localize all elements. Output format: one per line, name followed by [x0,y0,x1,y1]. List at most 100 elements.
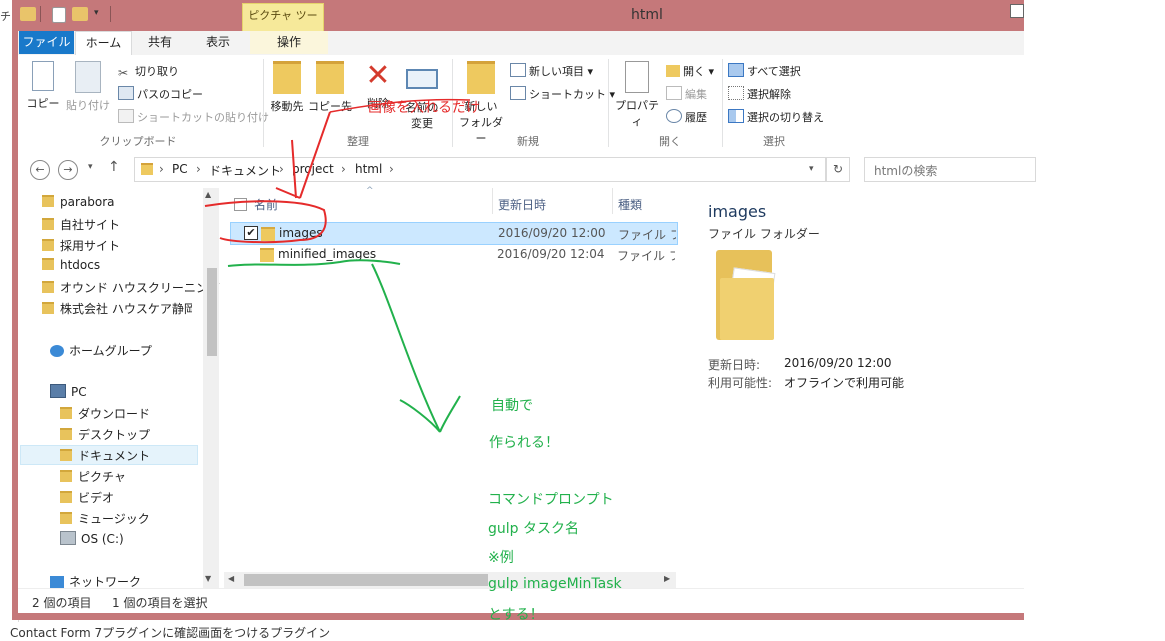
nav-item-label: ホームグループ [69,344,152,358]
nav-scrollbar-thumb[interactable] [207,268,217,356]
search-input[interactable]: htmlの検索 [864,157,1036,182]
nav-item-parabora[interactable]: parabora [42,195,115,209]
paste-shortcut-button[interactable]: ショートカットの貼り付け [118,109,269,125]
music-folder-icon [60,512,72,524]
details-availability-label: 利用可能性: [708,376,773,390]
nav-item-recruit-site[interactable]: 採用サイト [42,237,120,254]
nav-item-owned-housecleaning[interactable]: オウンド ハウスクリーニング [42,279,220,296]
nav-scrollbar[interactable] [203,188,219,588]
divider [263,59,264,147]
nav-item-htdocs[interactable]: htdocs [42,258,100,272]
breadcrumb-html[interactable]: html [355,162,382,176]
breadcrumb-pc[interactable]: PC [172,162,188,176]
navigation-pane[interactable]: parabora 自社サイト 採用サイト htdocs オウンド ハウスクリーニ… [18,188,220,589]
address-row: ← → ▾ ↑ › PC › ドキュメント › project › html ›… [18,151,1036,188]
copy-path-button[interactable]: パスのコピー [118,86,203,102]
chevron-right-icon[interactable]: › [279,162,284,176]
edit-button[interactable]: 編集 [666,86,707,102]
folder-icon [42,239,54,251]
scroll-left-icon[interactable]: ◀ [228,574,234,583]
shortcut-button[interactable]: ショートカット ▾ [510,86,615,102]
desktop-folder-icon [60,428,72,440]
cut-button[interactable]: ✂ 切り取り [118,63,179,80]
copy-to-button[interactable]: コピー先 [308,61,352,114]
rename-button[interactable]: 名前の 変更 [400,61,444,131]
maximize-icon[interactable] [1010,4,1024,18]
nav-item-homegroup[interactable]: ホームグループ [50,342,152,359]
file-row[interactable]: minified_images 2016/09/20 12:04 ファイル フォ… [230,244,676,265]
back-arrow-icon[interactable]: ← [30,160,50,180]
divider [722,59,723,147]
file-date: 2016/09/20 12:00 [498,226,606,240]
file-row[interactable]: ✔ images 2016/09/20 12:00 ファイル フォル [230,222,678,245]
chevron-right-icon[interactable]: › [159,162,164,176]
group-label-organize: 整理 [347,135,369,148]
history-button[interactable]: 履歴 [666,109,707,125]
recent-locations-chevron-icon[interactable]: ▾ [88,162,93,172]
nav-item-documents[interactable]: ドキュメント [60,447,150,464]
nav-item-label: ピクチャ [78,470,126,484]
chevron-right-icon[interactable]: › [389,162,394,176]
paste-icon [75,61,101,93]
horizontal-scrollbar-thumb[interactable] [244,574,488,586]
nav-item-label: ドキュメント [78,449,151,463]
details-pane: images ファイル フォルダー 更新日時: 2016/09/20 12:00… [698,188,1024,588]
tab-share[interactable]: 共有 [135,31,185,54]
column-header-name[interactable]: 名前 [254,196,278,213]
tab-manage[interactable]: 操作 [250,31,328,54]
properties-button[interactable]: プロパティ [612,61,662,129]
nav-item-housecare-shizuoka[interactable]: 株式会社 ハウスケア静岡 [42,300,192,317]
select-all-checkbox[interactable] [234,198,247,211]
tab-home[interactable]: ホーム [75,31,132,56]
address-bar[interactable]: › PC › ドキュメント › project › html › ▾ [134,157,826,182]
tab-view[interactable]: 表示 [190,31,246,54]
nav-item-music[interactable]: ミュージック [60,510,150,527]
invert-selection-icon [728,109,744,123]
title-bar[interactable]: ▾ ピクチャ ツール html [12,0,1024,46]
nav-item-pictures[interactable]: ピクチャ [60,468,126,485]
nav-item-downloads[interactable]: ダウンロード [60,405,150,422]
refresh-icon[interactable]: ↻ [826,157,850,182]
scroll-down-icon[interactable]: ▼ [205,574,211,583]
copy-button[interactable]: コピー [22,61,64,111]
column-header-date[interactable]: 更新日時 [498,196,546,213]
nav-item-videos[interactable]: ビデオ [60,489,114,506]
folder-icon [260,248,274,262]
group-label-select: 選択 [763,135,785,148]
invert-selection-button[interactable]: 選択の切り替え [728,109,824,125]
column-divider[interactable] [612,188,613,214]
nav-item-company-site[interactable]: 自社サイト [42,216,120,233]
up-arrow-icon[interactable]: ↑ [108,159,120,175]
column-header-type[interactable]: 種類 [618,196,642,213]
select-all-button[interactable]: すべて選択 [728,63,801,79]
scroll-up-icon[interactable]: ▲ [205,190,211,199]
folder-icon [42,258,54,270]
chevron-right-icon[interactable]: › [341,162,346,176]
paste-label: 貼り付け [66,99,110,112]
open-label: 開く [683,65,705,78]
search-placeholder: htmlの検索 [874,164,938,178]
nav-item-pc[interactable]: PC [50,384,87,399]
scroll-right-icon[interactable]: ▶ [664,574,670,583]
nav-item-label: デスクトップ [78,428,151,442]
nav-item-label: ダウンロード [78,407,151,421]
tab-file[interactable]: ファイル [19,31,74,54]
paste-button[interactable]: 貼り付け [64,61,112,113]
details-name: images [708,202,767,221]
chevron-right-icon[interactable]: › [196,162,201,176]
details-modified-label: 更新日時: [708,358,761,372]
nav-item-os-drive[interactable]: OS (C:) [60,531,124,546]
breadcrumb-project[interactable]: project [292,162,334,176]
move-to-button[interactable]: 移動先 [266,61,308,114]
computer-icon [50,384,66,398]
breadcrumb-documents[interactable]: ドキュメント [209,162,281,179]
new-item-button[interactable]: 新しい項目 ▾ [510,63,593,79]
column-divider[interactable] [492,188,493,214]
open-button[interactable]: 開く ▾ [666,63,714,79]
address-history-chevron-icon[interactable]: ▾ [809,164,814,174]
select-none-button[interactable]: 選択解除 [728,86,791,102]
forward-arrow-icon[interactable]: → [58,160,78,180]
folder-icon [42,302,54,314]
nav-item-desktop[interactable]: デスクトップ [60,426,150,443]
row-checkbox-checked[interactable]: ✔ [244,226,258,240]
